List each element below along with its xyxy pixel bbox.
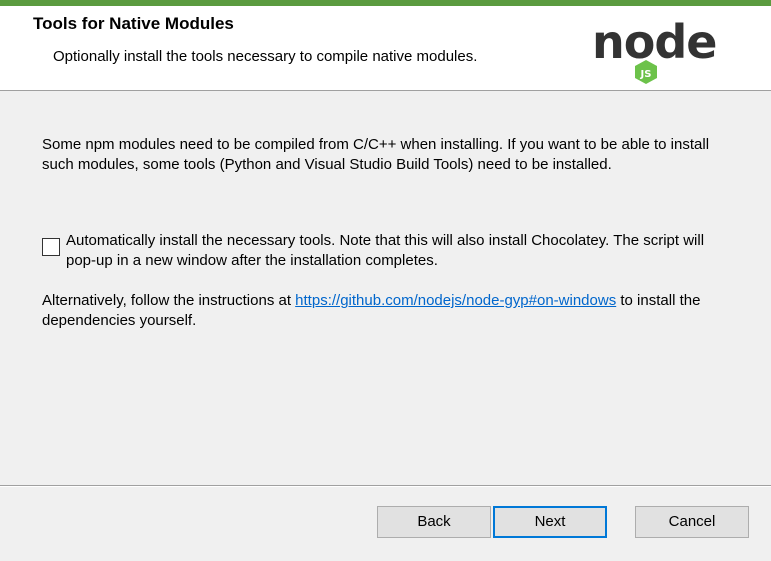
back-button[interactable]: Back — [377, 506, 491, 538]
alternative-prefix: Alternatively, follow the instructions a… — [42, 292, 296, 309]
logo-wordmark: node — [592, 15, 716, 69]
alternative-text: Alternatively, follow the instructions a… — [42, 291, 742, 331]
page-title: Tools for Native Modules — [33, 14, 234, 33]
node-gyp-link[interactable]: https://github.com/nodejs/node-gyp#on-wi… — [295, 292, 616, 309]
nodejs-logo-icon: node JS — [592, 15, 717, 84]
install-tools-label[interactable]: Automatically install the necessary tool… — [66, 231, 736, 271]
next-button[interactable]: Next — [493, 506, 607, 538]
page-subtitle: Optionally install the tools necessary t… — [53, 48, 478, 65]
logo-badge: JS — [640, 69, 652, 80]
intro-text: Some npm modules need to be compiled fro… — [42, 136, 710, 173]
install-tools-checkbox[interactable] — [42, 238, 60, 256]
cancel-button[interactable]: Cancel — [635, 506, 749, 538]
footer-divider — [0, 485, 771, 487]
header-banner: Tools for Native Modules Optionally inst… — [0, 6, 771, 91]
